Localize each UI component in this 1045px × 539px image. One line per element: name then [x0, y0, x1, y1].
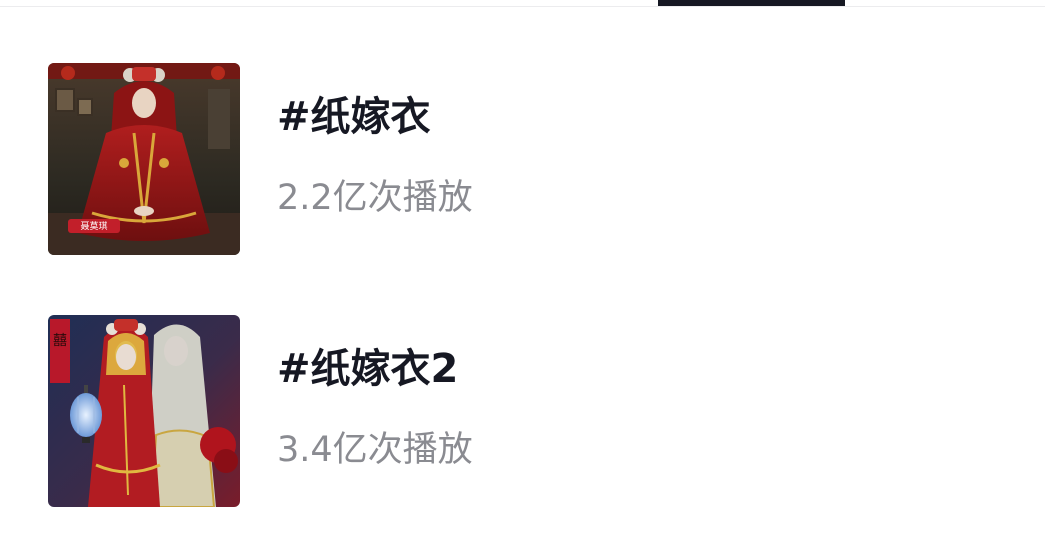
double-happiness-sign: 囍	[53, 333, 67, 349]
play-count: 3.4亿次播放	[277, 430, 473, 470]
topic-title[interactable]: #纸嫁衣	[277, 93, 431, 141]
character-name-badge: 聂莫琪	[80, 220, 107, 232]
topic-title[interactable]: #纸嫁衣2	[277, 345, 458, 393]
active-tab-indicator	[658, 0, 845, 6]
bride-red-dress-image: 聂莫琪	[48, 63, 240, 255]
topic-item[interactable]: 聂莫琪 #纸嫁衣 2.2亿次播放	[48, 63, 1008, 255]
two-brides-lantern-image: 囍	[48, 315, 240, 507]
topic-list-page: 聂莫琪 #纸嫁衣 2.2亿次播放 囍 #纸嫁衣2 3.4亿次播放	[0, 0, 1045, 539]
topic-thumbnail[interactable]: 囍	[48, 315, 240, 507]
play-count: 2.2亿次播放	[277, 178, 473, 218]
topic-item[interactable]: 囍 #纸嫁衣2 3.4亿次播放	[48, 315, 1008, 507]
topic-thumbnail[interactable]: 聂莫琪	[48, 63, 240, 255]
top-divider	[0, 6, 1045, 7]
